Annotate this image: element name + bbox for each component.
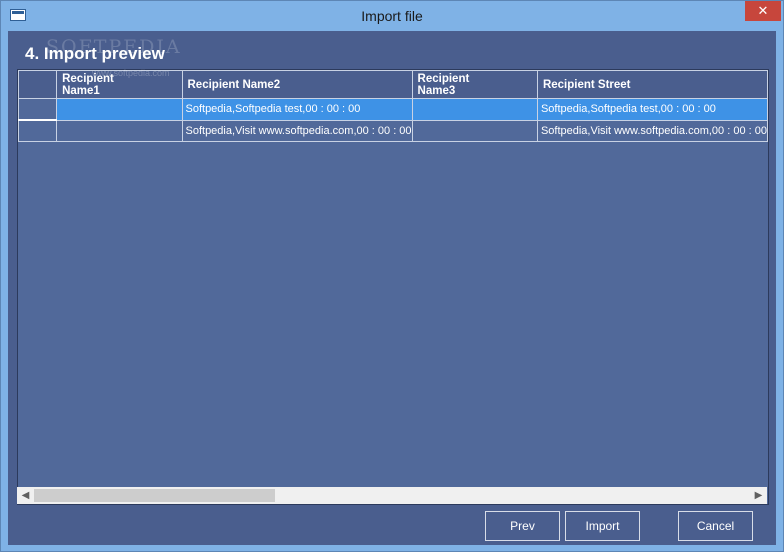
- preview-grid[interactable]: Recipient Name1 Recipient Name2 Recipien…: [17, 69, 769, 505]
- window-title: Import file: [361, 8, 423, 24]
- cancel-button[interactable]: Cancel: [678, 511, 753, 541]
- prev-button[interactable]: Prev: [485, 511, 560, 541]
- table-cell[interactable]: Softpedia,Visit www.softpedia.com,00 : 0…: [181, 119, 413, 142]
- column-header-label: Recipient Name2: [187, 78, 281, 91]
- table-cell[interactable]: [56, 98, 183, 121]
- chevron-left-icon[interactable]: ◀: [17, 487, 34, 504]
- title-bar[interactable]: Import file ✕: [1, 1, 783, 31]
- horizontal-scrollbar[interactable]: ◀ ▶: [17, 487, 767, 504]
- step-title: 4. Import preview: [25, 44, 165, 63]
- table-cell[interactable]: Softpedia,Visit www.softpedia.com,00 : 0…: [536, 119, 768, 142]
- column-header-recipient-street[interactable]: Recipient Street: [536, 70, 768, 99]
- column-header-label: Recipient Name3: [417, 72, 470, 97]
- import-file-window: Import file ✕ SOFTPEDIA 4. Import previe…: [0, 0, 784, 552]
- table-cell[interactable]: Softpedia,Softpedia test,00 : 00 : 00: [536, 98, 768, 121]
- table-row[interactable]: Softpedia,Visit www.softpedia.com,00 : 0…: [18, 119, 768, 142]
- table-cell[interactable]: [411, 119, 538, 142]
- column-header-label: Recipient Street: [542, 78, 631, 91]
- row-header-cell[interactable]: [18, 98, 58, 121]
- preview-table: Recipient Name1 Recipient Name2 Recipien…: [18, 70, 768, 142]
- watermark-url: www.softpedia.com: [92, 68, 170, 78]
- corner-header-cell[interactable]: [18, 70, 58, 99]
- table-cell[interactable]: [411, 98, 538, 121]
- table-row[interactable]: Softpedia,Softpedia test,00 : 00 : 00 So…: [18, 98, 768, 121]
- client-area: SOFTPEDIA 4. Import preview www.softpedi…: [8, 31, 776, 545]
- close-button[interactable]: ✕: [745, 1, 781, 21]
- row-header-cell[interactable]: [18, 119, 58, 142]
- scrollbar-thumb[interactable]: [34, 489, 275, 502]
- table-cell[interactable]: [56, 119, 183, 142]
- chevron-right-icon[interactable]: ▶: [750, 487, 767, 504]
- close-icon: ✕: [757, 3, 769, 18]
- column-header-recipient-name2[interactable]: Recipient Name2: [181, 70, 413, 99]
- table-cell[interactable]: Softpedia,Softpedia test,00 : 00 : 00: [181, 98, 413, 121]
- import-button[interactable]: Import: [565, 511, 640, 541]
- column-header-recipient-name3[interactable]: Recipient Name3: [411, 70, 538, 99]
